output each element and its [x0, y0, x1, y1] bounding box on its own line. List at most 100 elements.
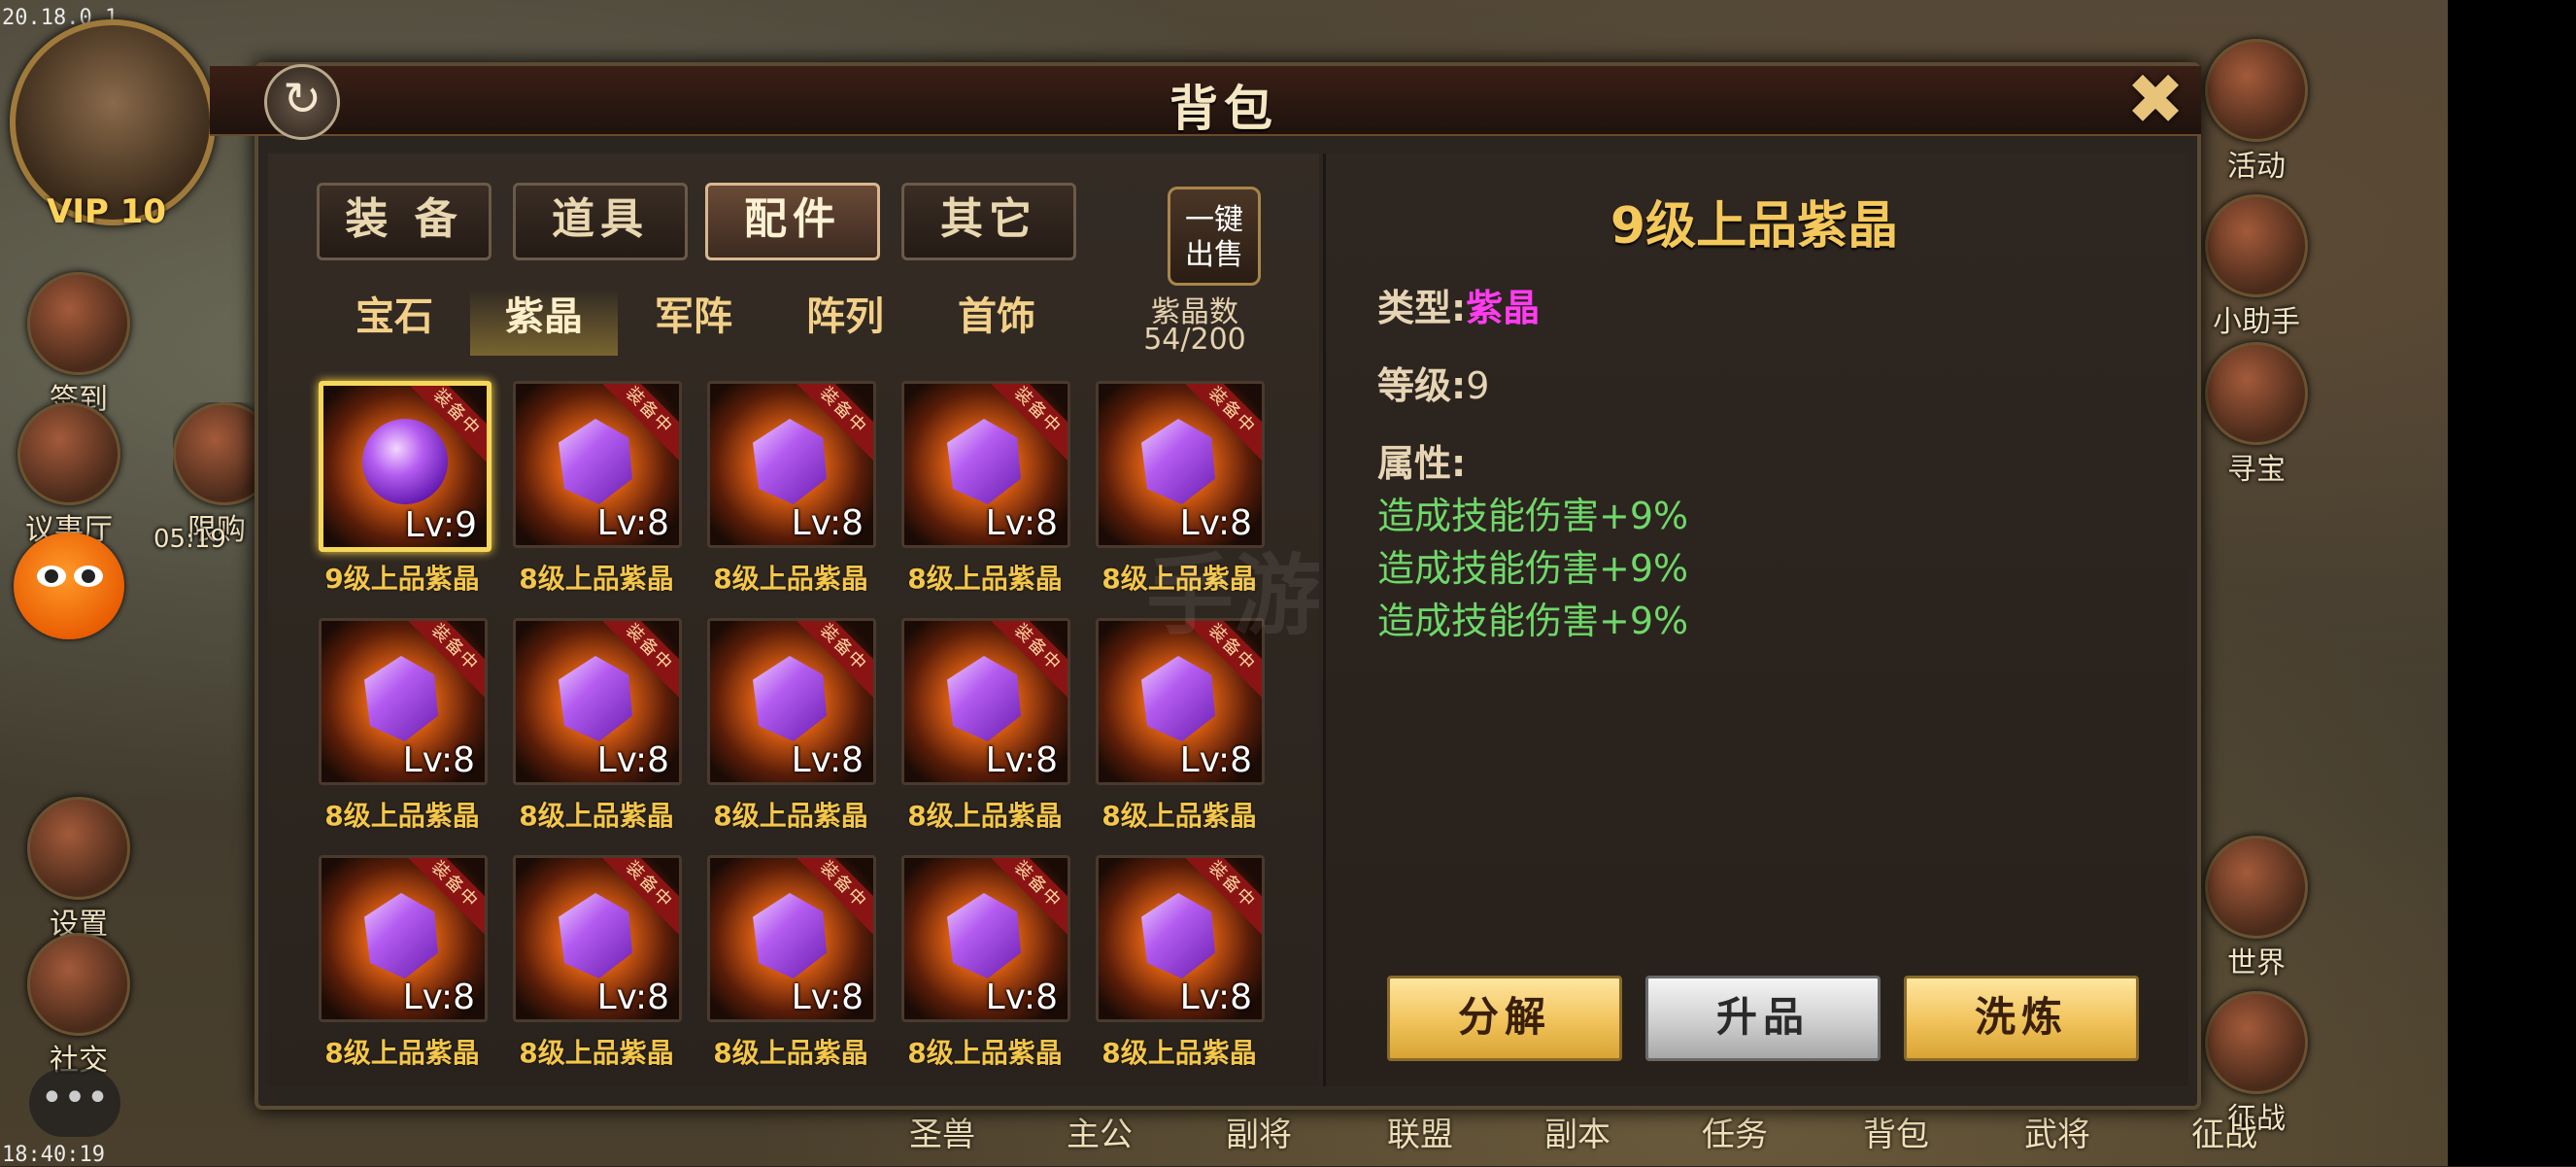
time-text: 18:40:19: [2, 1143, 105, 1167]
item-slot[interactable]: 装备中 Lv:8: [707, 381, 876, 548]
subtab-amethyst[interactable]: 紫晶: [470, 288, 618, 356]
refine-button[interactable]: 洗炼: [1904, 976, 2139, 1061]
item-name: 8级上品紫晶: [907, 1037, 1063, 1069]
item-slot[interactable]: 装备中 Lv:8: [707, 855, 876, 1022]
item-slot[interactable]: 装备中 Lv:8: [513, 618, 682, 785]
tab-other[interactable]: 其它: [901, 183, 1076, 260]
item-level: Lv:8: [1179, 978, 1252, 1017]
nav-item[interactable]: 任务: [1702, 1108, 1768, 1155]
item-slot[interactable]: 装备中 Lv:8: [513, 381, 682, 548]
right-btn-label: 活动: [2227, 150, 2286, 184]
right-btn-label: 寻宝: [2227, 453, 2286, 487]
item-name: 8级上品紫晶: [713, 563, 868, 595]
left-btn-settings[interactable]: 设置: [27, 797, 130, 943]
item-level: Lv:8: [985, 978, 1058, 1017]
upgrade-button[interactable]: 升品: [1645, 976, 1881, 1061]
subtab-gem[interactable]: 宝石: [321, 288, 468, 356]
item-slot[interactable]: 装备中 Lv:8: [1096, 855, 1265, 1022]
item-level: Lv:8: [791, 978, 864, 1017]
detail-level-value: 9: [1466, 364, 1490, 407]
item-slot[interactable]: 装备中 Lv:8: [319, 618, 488, 785]
close-icon[interactable]: ✖: [2123, 64, 2187, 134]
nav-item[interactable]: 副本: [1544, 1108, 1610, 1155]
left-btn-signin[interactable]: 签到: [27, 272, 130, 418]
detail-attribute: 造成技能伤害+9%: [1377, 547, 1689, 590]
left-btn-hall[interactable]: 议事厅: [17, 402, 120, 548]
left-btn-social[interactable]: 社交: [27, 933, 130, 1079]
tab-equipment[interactable]: 装 备: [317, 183, 491, 260]
item-slot[interactable]: 装备中 Lv:9: [319, 381, 491, 552]
nav-item[interactable]: 主公: [1067, 1108, 1133, 1155]
chat-button[interactable]: •••: [29, 1069, 120, 1137]
one-click-sell-button[interactable]: 一键 出售: [1168, 187, 1261, 286]
item-name: 8级上品紫晶: [713, 1037, 868, 1069]
item-level: Lv:8: [985, 740, 1058, 780]
right-btn-label: 世界: [2227, 946, 2286, 980]
detail-type-row: 类型:紫晶: [1377, 278, 1540, 331]
nav-item[interactable]: 背包: [1863, 1108, 1929, 1155]
detail-attribute: 造成技能伤害+9%: [1377, 600, 1689, 642]
item-level: Lv:9: [404, 505, 477, 545]
item-level: Lv:8: [791, 503, 864, 543]
dragon-icon: [2205, 991, 2308, 1094]
sell-line1: 一键: [1185, 203, 1243, 237]
item-slot[interactable]: 装备中 Lv:8: [707, 618, 876, 785]
item-name: 8级上品紫晶: [907, 563, 1063, 595]
gear-icon: [27, 797, 130, 900]
item-slot[interactable]: 装备中 Lv:8: [513, 855, 682, 1022]
tab-items[interactable]: 道具: [513, 183, 688, 260]
subtab-jewelry[interactable]: 首饰: [923, 288, 1070, 356]
item-slot[interactable]: 装备中 Lv:8: [901, 381, 1070, 548]
item-level: Lv:8: [596, 740, 669, 780]
mascot-icon[interactable]: [14, 532, 124, 639]
vip-badge: VIP 10: [47, 192, 167, 231]
mascot-eye-icon: [37, 566, 66, 587]
item-level: Lv:8: [596, 978, 669, 1017]
mascot-eye-icon: [74, 566, 103, 587]
right-btn-world[interactable]: 世界: [2205, 836, 2308, 981]
dragon-icon: [2205, 836, 2308, 939]
item-level: Lv:8: [402, 740, 475, 780]
hud-timer: 05:19: [153, 525, 226, 554]
window-title: 背包: [1169, 81, 1278, 137]
subtab-army[interactable]: 军阵: [620, 288, 767, 356]
detail-type-label: 类型:: [1377, 287, 1467, 329]
item-name: 8级上品紫晶: [324, 1037, 480, 1069]
detail-title: 9级上品紫晶: [1610, 197, 1899, 256]
detail-level-label: 等级:: [1377, 364, 1467, 407]
gift-box-icon: [2205, 39, 2308, 142]
right-btn-treasure[interactable]: 寻宝: [2205, 342, 2308, 488]
right-btn-events[interactable]: 活动: [2205, 39, 2308, 185]
nav-item[interactable]: 征战: [2191, 1108, 2257, 1155]
item-level: Lv:8: [985, 503, 1058, 543]
chest-icon: [2205, 342, 2308, 445]
sell-line2: 出售: [1185, 238, 1243, 272]
calendar-icon: [27, 272, 130, 375]
right-btn-helper[interactable]: 小助手: [2205, 194, 2308, 340]
item-slot[interactable]: 装备中 Lv:8: [901, 855, 1070, 1022]
amethyst-count-value: 54/200: [1143, 323, 1246, 357]
item-name: 8级上品紫晶: [519, 1037, 674, 1069]
subtab-formation[interactable]: 阵列: [771, 288, 919, 356]
tab-accessories[interactable]: 配件: [705, 183, 880, 260]
gift-icon: [173, 402, 260, 505]
item-name: 8级上品紫晶: [519, 800, 674, 832]
refresh-icon[interactable]: ↻: [264, 64, 340, 140]
item-slot[interactable]: 装备中 Lv:8: [901, 618, 1070, 785]
decompose-button[interactable]: 分解: [1387, 976, 1622, 1061]
item-slot[interactable]: 装备中 Lv:8: [319, 855, 488, 1022]
item-level: Lv:8: [791, 740, 864, 780]
item-name: 8级上品紫晶: [1102, 1037, 1257, 1069]
nav-item[interactable]: 武将: [2024, 1108, 2090, 1155]
item-slot[interactable]: 装备中 Lv:8: [1096, 381, 1265, 548]
nav-item[interactable]: 圣兽: [909, 1108, 975, 1155]
item-name: 8级上品紫晶: [324, 800, 480, 832]
watermark-text: 手游: [1146, 545, 1321, 647]
detail-level-row: 等级:9: [1377, 356, 1489, 409]
item-name: 8级上品紫晶: [907, 800, 1063, 832]
nav-item[interactable]: 副将: [1226, 1108, 1292, 1155]
right-btn-label: 小助手: [2213, 305, 2300, 339]
detail-attribute: 造成技能伤害+9%: [1377, 495, 1689, 537]
item-level: Lv:8: [1179, 740, 1252, 780]
nav-item[interactable]: 联盟: [1387, 1108, 1453, 1155]
